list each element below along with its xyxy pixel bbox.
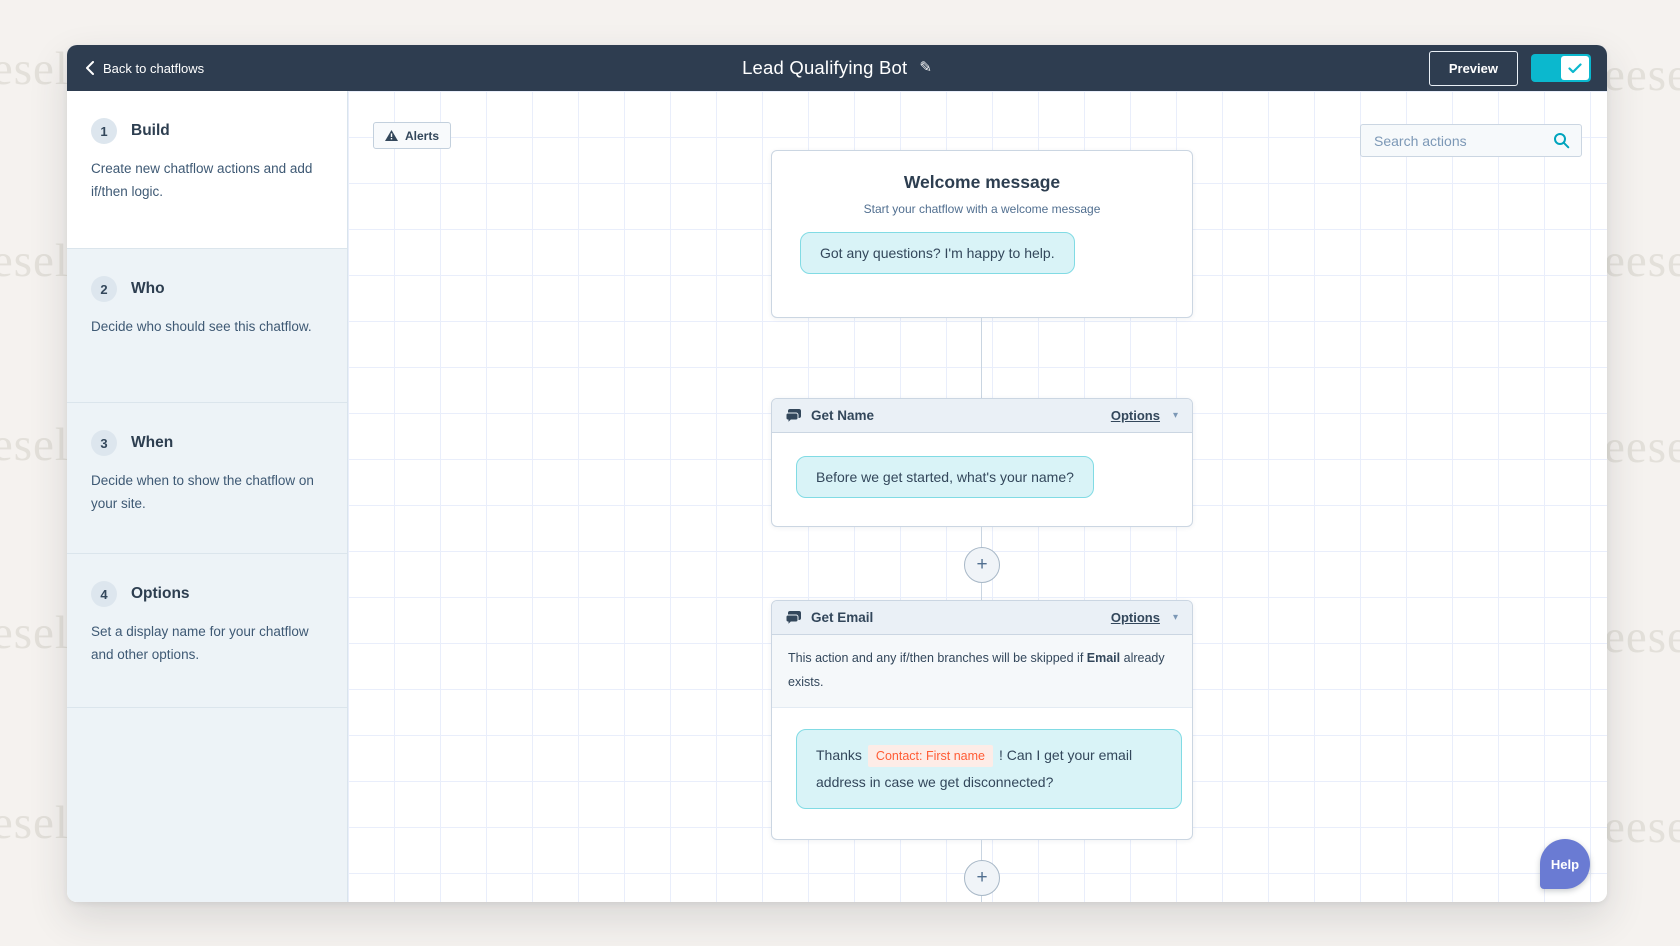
get-email-card[interactable]: Get Email Options ▾ This action and any … — [771, 600, 1193, 840]
step-description: Create new chatflow actions and add if/t… — [91, 157, 319, 203]
chat-bubbles-icon — [786, 409, 802, 423]
step-description: Decide when to show the chatflow on your… — [91, 469, 319, 515]
get-name-card-header: Get Name Options ▾ — [772, 399, 1192, 433]
chatflow-title: Lead Qualifying Bot — [742, 57, 907, 79]
back-label: Back to chatflows — [103, 61, 204, 76]
chevron-left-icon — [85, 61, 94, 75]
welcome-message-card[interactable]: Welcome message Start your chatflow with… — [771, 150, 1193, 318]
sidebar-item-who[interactable]: 2 Who Decide who should see this chatflo… — [67, 248, 347, 402]
publish-toggle[interactable] — [1531, 54, 1591, 82]
step-number-badge: 2 — [91, 276, 117, 302]
title-wrap: Lead Qualifying Bot ✎ — [742, 57, 932, 79]
help-button[interactable]: Help — [1540, 839, 1590, 889]
watermark-text: eesel — [1604, 234, 1680, 288]
publish-toggle-knob[interactable] — [1561, 56, 1589, 80]
watermark-text: eesel — [0, 606, 69, 660]
get-email-card-header: Get Email Options ▾ — [772, 601, 1192, 635]
watermark-text: eesel — [1604, 610, 1680, 664]
search-actions-box — [1360, 124, 1582, 157]
search-icon[interactable] — [1553, 132, 1570, 149]
watermark-text: eesel — [0, 418, 69, 472]
get-name-card-title: Get Name — [811, 408, 1102, 423]
alerts-button[interactable]: Alerts — [373, 122, 451, 149]
step-label: When — [131, 434, 173, 452]
pencil-icon[interactable]: ✎ — [919, 58, 932, 76]
back-to-chatflows-link[interactable]: Back to chatflows — [85, 45, 204, 91]
welcome-card-subtitle: Start your chatflow with a welcome messa… — [772, 202, 1192, 216]
watermark-text: eesel — [0, 234, 69, 288]
topbar-right-controls: Preview — [1429, 45, 1591, 91]
sidebar-item-build[interactable]: 1 Build Create new chatflow actions and … — [67, 91, 347, 248]
step-label: Who — [131, 280, 165, 298]
contact-first-name-token[interactable]: Contact: First name — [868, 745, 993, 768]
search-actions-input[interactable] — [1372, 132, 1545, 150]
get-name-message-bubble[interactable]: Before we get started, what's your name? — [796, 456, 1094, 498]
connector-line — [981, 318, 982, 398]
watermark-text: eesel — [0, 42, 69, 96]
step-label: Build — [131, 122, 170, 140]
plus-icon: + — [976, 554, 987, 576]
get-name-options-link[interactable]: Options — [1111, 408, 1160, 423]
plus-icon: + — [976, 867, 987, 889]
sidebar-item-options[interactable]: 4 Options Set a display name for your ch… — [67, 553, 347, 707]
app-body: 1 Build Create new chatflow actions and … — [67, 91, 1607, 902]
get-email-message-bubble[interactable]: ThanksContact: First name! Can I get you… — [796, 729, 1182, 810]
step-description: Set a display name for your chatflow and… — [91, 620, 319, 666]
warning-triangle-icon — [385, 130, 398, 141]
add-action-button[interactable]: + — [964, 547, 1000, 583]
watermark-text: eesel — [1604, 420, 1680, 474]
welcome-card-title: Welcome message — [772, 172, 1192, 193]
welcome-message-bubble[interactable]: Got any questions? I'm happy to help. — [800, 232, 1075, 274]
watermark-text: eesel — [0, 796, 69, 850]
chatflow-builder-window: Back to chatflows Lead Qualifying Bot ✎ … — [67, 45, 1607, 902]
add-action-button[interactable]: + — [964, 860, 1000, 896]
steps-sidebar: 1 Build Create new chatflow actions and … — [67, 91, 348, 902]
chat-bubbles-icon — [786, 611, 802, 625]
get-name-card[interactable]: Get Name Options ▾ Before we get started… — [771, 398, 1193, 527]
help-label: Help — [1551, 857, 1579, 872]
skip-condition-note: This action and any if/then branches wil… — [772, 635, 1192, 708]
get-email-options-link[interactable]: Options — [1111, 610, 1160, 625]
step-label: Options — [131, 585, 190, 603]
get-email-card-title: Get Email — [811, 610, 1102, 625]
chevron-down-icon[interactable]: ▾ — [1173, 612, 1178, 623]
top-bar: Back to chatflows Lead Qualifying Bot ✎ … — [67, 45, 1607, 91]
watermark-text: eesel — [1604, 800, 1680, 854]
checkmark-icon — [1568, 63, 1582, 74]
preview-button[interactable]: Preview — [1429, 51, 1518, 86]
skip-note-property: Email — [1087, 651, 1120, 665]
step-description: Decide who should see this chatflow. — [91, 315, 319, 338]
alerts-label: Alerts — [405, 129, 439, 143]
step-number-badge: 4 — [91, 581, 117, 607]
chevron-down-icon[interactable]: ▾ — [1173, 410, 1178, 421]
step-number-badge: 3 — [91, 430, 117, 456]
sidebar-filler — [67, 707, 347, 902]
watermark-text: eesel — [1604, 48, 1680, 102]
flow-canvas[interactable]: Alerts Welcome message Start your chatfl… — [348, 91, 1607, 902]
step-number-badge: 1 — [91, 118, 117, 144]
sidebar-item-when[interactable]: 3 When Decide when to show the chatflow … — [67, 402, 347, 553]
